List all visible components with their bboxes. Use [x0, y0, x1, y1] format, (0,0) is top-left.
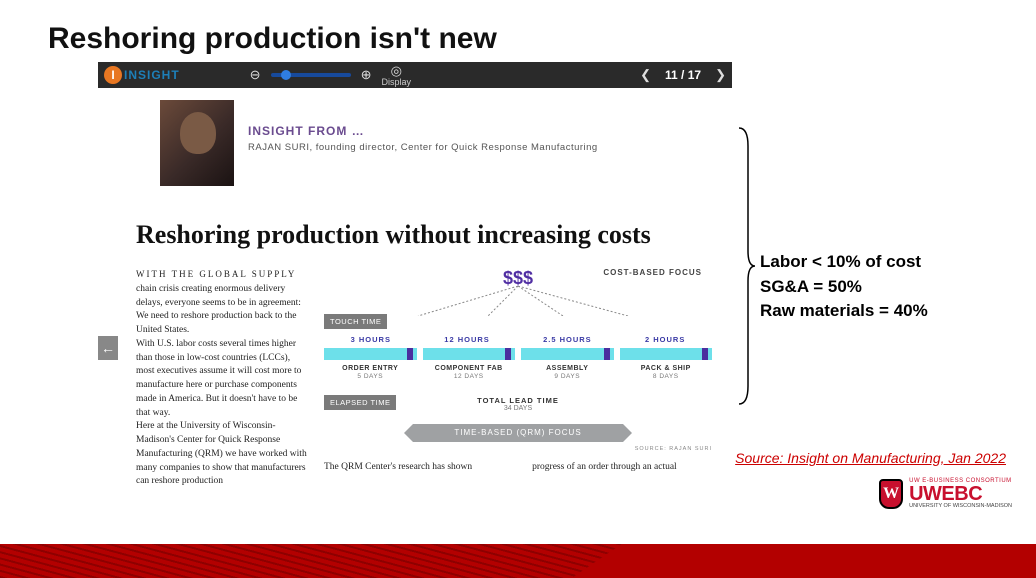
- next-page-icon[interactable]: ❯: [715, 67, 726, 83]
- stage-bar: [521, 348, 614, 360]
- zoom-in-icon[interactable]: ⊕: [361, 67, 372, 83]
- prev-page-icon[interactable]: ❮: [640, 67, 651, 83]
- article-page: ← INSIGHT FROM … RAJAN SURI, founding di…: [98, 88, 732, 520]
- source-citation-link[interactable]: Source: Insight on Manufacturing, Jan 20…: [735, 450, 1006, 466]
- stage-label: ORDER ENTRY5 DAYS: [324, 364, 417, 382]
- qrm-focus-arrow: TIME-BASED (QRM) FOCUS: [413, 424, 623, 442]
- author-byline: RAJAN SURI, founding director, Center fo…: [248, 142, 598, 153]
- page-indicator: 11 / 17: [665, 68, 701, 82]
- footer-band: [0, 544, 1036, 578]
- summary-line: SG&A = 50%: [760, 275, 928, 300]
- uw-crest-icon: W: [879, 479, 903, 509]
- connector-lines-icon: [388, 286, 648, 316]
- slide-title: Reshoring production isn't new: [0, 0, 1036, 66]
- insight-from-label: INSIGHT FROM …: [248, 124, 598, 138]
- stage-bar: [324, 348, 417, 360]
- logo-sub-line: UNIVERSITY OF WISCONSIN-MADISON: [909, 504, 1012, 510]
- lead-time-chart: COST-BASED FOCUS $$$ TOUCH TIME 3 HOURS …: [324, 268, 712, 489]
- elapsed-time-tag: ELAPSED TIME: [324, 395, 396, 410]
- viewer-toolbar: I INSIGHT ⊖ ⊕ ◎ Display ❮ 11 / 17 ❯: [98, 62, 732, 88]
- zoom-slider[interactable]: [271, 73, 351, 77]
- brand-badge-icon: I: [104, 66, 122, 84]
- stage-bar: [620, 348, 713, 360]
- display-mode-icon[interactable]: ◎: [391, 64, 402, 77]
- stage-hours: 12 HOURS: [444, 335, 490, 344]
- chart-source: SOURCE: RAJAN SURI: [324, 446, 712, 452]
- back-arrow-icon[interactable]: ←: [98, 336, 118, 360]
- author-photo: [160, 100, 234, 186]
- stage-hours: 3 HOURS: [351, 335, 391, 344]
- zoom-out-icon[interactable]: ⊖: [250, 67, 261, 83]
- stage-label: PACK & SHIP8 DAYS: [620, 364, 713, 382]
- cost-summary: Labor < 10% of cost SG&A = 50% Raw mater…: [760, 250, 928, 324]
- article-headline: Reshoring production without increasing …: [136, 220, 712, 250]
- summary-line: Labor < 10% of cost: [760, 250, 928, 275]
- summary-bracket-icon: [738, 126, 756, 406]
- logo-main: UWEBC: [909, 484, 1012, 504]
- stage-hours: 2.5 HOURS: [543, 335, 592, 344]
- body-snippet: The QRM Center's research has shown: [324, 462, 472, 472]
- viewer-brand: I INSIGHT: [104, 66, 180, 84]
- display-label: Display: [381, 78, 411, 87]
- stage-label: ASSEMBLY9 DAYS: [521, 364, 614, 382]
- brand-text: INSIGHT: [124, 68, 180, 82]
- article-body-column: WITH THE GLOBAL SUPPLY chain crisis crea…: [136, 268, 310, 489]
- stage-bar: [423, 348, 516, 360]
- touch-time-tag: TOUCH TIME: [324, 314, 387, 329]
- stage-hours: 2 HOURS: [645, 335, 685, 344]
- summary-line: Raw materials = 40%: [760, 299, 928, 324]
- body-snippet: progress of an order through an actual: [532, 462, 677, 472]
- cost-focus-label: COST-BASED FOCUS: [603, 268, 702, 277]
- document-viewer: I INSIGHT ⊖ ⊕ ◎ Display ❮ 11 / 17 ❯ ← IN…: [98, 62, 732, 520]
- uwebc-logo: W UW E-BUSINESS CONSORTIUM UWEBC UNIVERS…: [879, 478, 1012, 510]
- stage-label: COMPONENT FAB12 DAYS: [423, 364, 516, 382]
